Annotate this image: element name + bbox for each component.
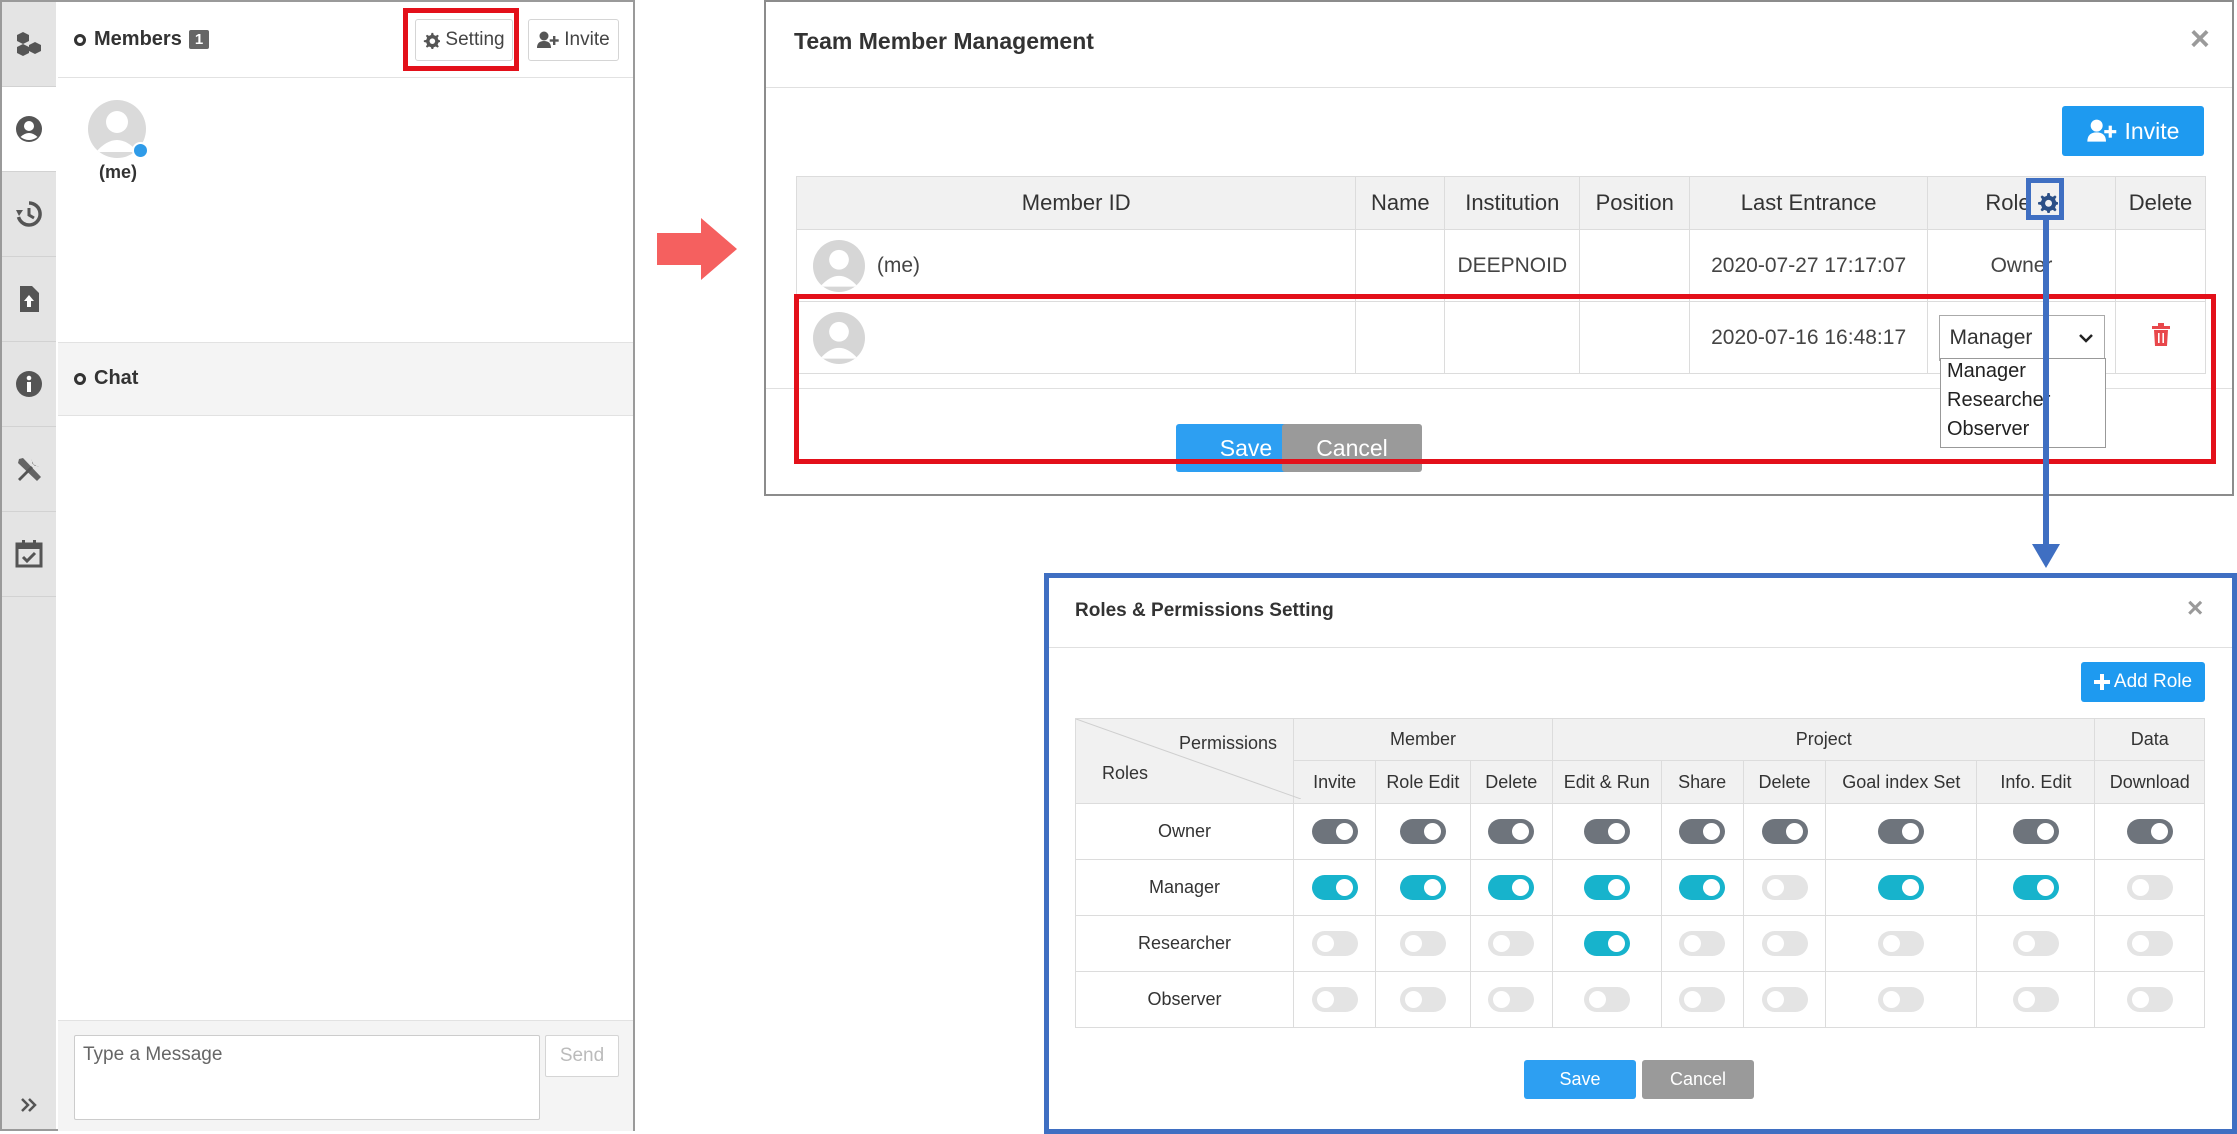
close-icon[interactable]: × (2190, 20, 2210, 59)
double-chevron-right-icon (21, 1098, 37, 1112)
rail-item-upload[interactable] (2, 257, 56, 342)
column-header: Name (1355, 176, 1446, 230)
circle-dot-icon (74, 33, 86, 46)
members-count-badge: 1 (188, 30, 210, 49)
avatar (813, 239, 865, 292)
rail-item-projects[interactable] (2, 2, 56, 87)
tools-icon (18, 458, 41, 481)
gear-highlight-box (2026, 178, 2064, 220)
message-input[interactable] (74, 1035, 540, 1120)
member-name-label: (me) (98, 162, 137, 182)
table-row: (me) DEEPNOID 2020-07-27 17:17:07 Owner (795, 229, 2206, 302)
institution-cell: DEEPNOID (1444, 229, 1581, 302)
table-header-row: Member ID Name Institution Position Last… (795, 176, 2206, 230)
cubes-icon (17, 32, 41, 56)
column-header: Position (1579, 176, 1691, 230)
circle-dot-icon (74, 372, 86, 385)
invite-button[interactable]: Invite (2062, 106, 2204, 156)
file-upload-icon (20, 286, 39, 312)
expand-sidebar-button[interactable] (2, 1089, 56, 1121)
info-icon (16, 371, 42, 397)
send-button[interactable]: Send (545, 1035, 619, 1077)
name-cell (1355, 229, 1446, 302)
history-icon (16, 201, 42, 227)
calendar-check-icon (15, 540, 43, 568)
delete-cell (2115, 229, 2206, 302)
right-arrow-icon (657, 218, 737, 280)
last-entrance-cell: 2020-07-27 17:17:07 (1689, 229, 1929, 302)
invite-button[interactable]: Invite (528, 19, 619, 61)
members-header: Members 1 Setting Invite (58, 2, 633, 78)
modal-title: Team Member Management (794, 28, 1094, 54)
members-title: Members 1 (74, 28, 210, 51)
column-header: Delete (2115, 176, 2206, 230)
row-highlight-box (794, 294, 2216, 464)
rail-item-members[interactable] (2, 87, 56, 172)
column-header: Member ID (795, 176, 1357, 230)
icon-rail (2, 2, 56, 1129)
member-id-cell: (me) (795, 229, 1357, 302)
roles-modal-highlight-box (1044, 573, 2237, 1134)
rail-item-info[interactable] (2, 342, 56, 427)
chat-title: Chat (74, 367, 138, 390)
rail-item-history[interactable] (2, 172, 56, 257)
online-status-dot (132, 142, 149, 159)
position-cell (1579, 229, 1691, 302)
column-header: Last Entrance (1689, 176, 1929, 230)
setting-highlight-box (403, 8, 519, 71)
role-cell: Owner (1927, 229, 2116, 302)
rail-item-schedule[interactable] (2, 512, 56, 597)
members-panel: Members 1 Setting Invite (me) Chat Send (0, 0, 635, 1131)
column-header: Institution (1444, 176, 1581, 230)
user-plus-icon (537, 31, 559, 48)
down-arrow-icon (2032, 218, 2060, 568)
rail-item-tools[interactable] (2, 427, 56, 512)
chat-header: Chat (58, 342, 633, 416)
user-plus-icon (2086, 119, 2116, 142)
column-header-role: Role (1927, 176, 2116, 230)
modal-header: Team Member Management × (766, 2, 2232, 88)
user-circle-icon (16, 116, 42, 142)
